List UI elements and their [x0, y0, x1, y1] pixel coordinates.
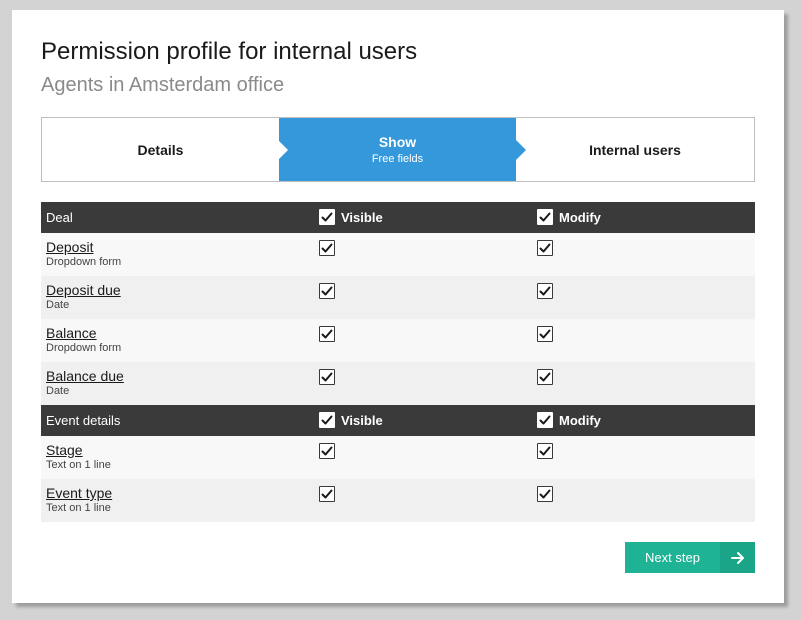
field-type: Date: [46, 385, 70, 397]
visible-checkbox[interactable]: [319, 283, 335, 299]
step-details[interactable]: Details: [42, 118, 279, 181]
page-subtitle: Agents in Amsterdam office: [41, 74, 285, 96]
section-header: Event details Visible Modify: [41, 405, 755, 436]
field-name-link[interactable]: Balance due: [46, 368, 124, 384]
checkmark-icon: [539, 242, 551, 254]
checkmark-icon: [321, 488, 333, 500]
checkmark-icon: [321, 414, 333, 426]
step-label: Show: [378, 134, 417, 150]
field-name-link[interactable]: Stage: [46, 442, 83, 458]
field-type: Dropdown form: [46, 342, 122, 354]
step-separator-arrow: [516, 140, 526, 160]
step-label: Details: [137, 141, 184, 158]
modify-label: Modify: [559, 412, 601, 428]
checkmark-icon: [539, 488, 551, 500]
visible-checkbox[interactable]: [319, 443, 335, 459]
visible-column-header: Visible: [319, 412, 383, 428]
permission-card: Permission profile for internal users Ag…: [12, 10, 784, 603]
step-separator-arrow: [279, 141, 288, 159]
field-type: Text on 1 line: [46, 459, 111, 471]
visible-checkbox[interactable]: [319, 486, 335, 502]
table-row: Deposit Dropdown form: [41, 233, 755, 276]
step-sublabel: Free fields: [371, 153, 424, 165]
modify-column-header: Modify: [537, 209, 601, 225]
arrow-right-icon: [720, 542, 755, 573]
field-name-link[interactable]: Deposit: [46, 239, 93, 255]
checkmark-icon: [539, 211, 551, 223]
section-name: Event details: [46, 413, 121, 428]
checkmark-icon: [321, 285, 333, 297]
modify-checkbox[interactable]: [537, 240, 553, 256]
modify-label: Modify: [559, 209, 601, 225]
checkmark-icon: [539, 328, 551, 340]
next-step-label: Next step: [645, 550, 700, 565]
modify-checkbox[interactable]: [537, 486, 553, 502]
checkmark-icon: [539, 371, 551, 383]
modify-all-checkbox[interactable]: [537, 412, 553, 428]
visible-label: Visible: [341, 412, 383, 428]
checkmark-icon: [539, 414, 551, 426]
table-row: Deposit due Date: [41, 276, 755, 319]
section-name: Deal: [46, 210, 73, 225]
modify-checkbox[interactable]: [537, 283, 553, 299]
field-type: Text on 1 line: [46, 502, 111, 514]
checkmark-icon: [321, 211, 333, 223]
field-name-link[interactable]: Balance: [46, 325, 97, 341]
table-row: Balance due Date: [41, 362, 755, 405]
step-label: Internal users: [589, 141, 681, 158]
visible-label: Visible: [341, 209, 383, 225]
modify-column-header: Modify: [537, 412, 601, 428]
modify-checkbox[interactable]: [537, 326, 553, 342]
step-show[interactable]: Show Free fields: [279, 118, 516, 181]
next-step-button[interactable]: Next step: [625, 542, 755, 573]
table-row: Event type Text on 1 line: [41, 479, 755, 522]
permissions-table: Deal Visible Modify Deposit Dropdown form Dep…: [41, 202, 755, 522]
table-row: Balance Dropdown form: [41, 319, 755, 362]
checkmark-icon: [539, 285, 551, 297]
modify-all-checkbox[interactable]: [537, 209, 553, 225]
visible-column-header: Visible: [319, 209, 383, 225]
checkmark-icon: [321, 371, 333, 383]
visible-checkbox[interactable]: [319, 326, 335, 342]
field-name-link[interactable]: Deposit due: [46, 282, 121, 298]
field-name-link[interactable]: Event type: [46, 485, 112, 501]
visible-all-checkbox[interactable]: [319, 209, 335, 225]
field-type: Dropdown form: [46, 256, 122, 268]
checkmark-icon: [321, 242, 333, 254]
visible-checkbox[interactable]: [319, 369, 335, 385]
page-title: Permission profile for internal users: [41, 38, 418, 65]
table-row: Stage Text on 1 line: [41, 436, 755, 479]
wizard-stepper: Details Show Free fields Internal users: [41, 117, 755, 182]
modify-checkbox[interactable]: [537, 369, 553, 385]
visible-checkbox[interactable]: [319, 240, 335, 256]
modify-checkbox[interactable]: [537, 443, 553, 459]
section-header: Deal Visible Modify: [41, 202, 755, 233]
visible-all-checkbox[interactable]: [319, 412, 335, 428]
checkmark-icon: [321, 328, 333, 340]
checkmark-icon: [539, 445, 551, 457]
checkmark-icon: [321, 445, 333, 457]
step-internal-users[interactable]: Internal users: [516, 118, 754, 181]
field-type: Date: [46, 299, 70, 311]
